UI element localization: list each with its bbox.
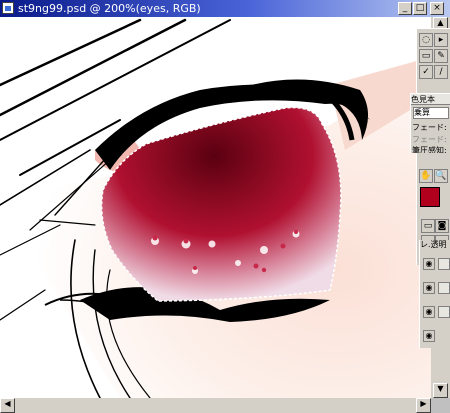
zoom-tool-icon[interactable]: 🔍 (434, 169, 448, 183)
document-window: st9ng99.psd @ 200%(eyes, RGB) _ □ × ▲ ▼ … (0, 0, 450, 413)
pressure-label: 筆圧感知: (412, 146, 447, 153)
layer-thumbnail[interactable] (438, 306, 450, 318)
eye-icon[interactable]: ◉ (423, 258, 435, 270)
horizontal-scrollbar[interactable]: ◀ ▶ (0, 398, 431, 413)
pencil-tool-icon[interactable]: ✎ (434, 49, 448, 63)
minimize-button[interactable]: _ (398, 2, 412, 15)
fade-label-2: フェード: (412, 135, 447, 144)
eye-icon[interactable]: ◉ (423, 306, 435, 318)
foreground-color-swatch[interactable] (420, 187, 440, 207)
scroll-left-icon[interactable]: ◀ (0, 398, 15, 413)
layer-thumbnail[interactable] (438, 282, 450, 294)
layers-panel: レ.透明 ◉ ◉ ◉ ◉ (419, 240, 450, 348)
move-tool-icon[interactable]: ▸ (434, 33, 448, 47)
scroll-down-icon[interactable]: ▼ (433, 383, 448, 398)
window-title: st9ng99.psd @ 200%(eyes, RGB) (18, 2, 201, 15)
eye-icon[interactable]: ◉ (423, 330, 435, 342)
quickmask-mode-icon[interactable]: ◙ (435, 219, 449, 233)
layers-header: レ.透明 (420, 240, 447, 249)
close-button[interactable]: × (430, 2, 444, 15)
layer-thumbnail[interactable] (438, 258, 450, 270)
title-bar[interactable]: st9ng99.psd @ 200%(eyes, RGB) _ □ × (0, 0, 450, 17)
eye-artwork (0, 17, 431, 398)
maximize-button[interactable]: □ (413, 2, 427, 15)
standard-mode-icon[interactable]: ▭ (421, 219, 435, 233)
panel-tab[interactable]: 色見本 (411, 94, 450, 105)
hand-tool-icon[interactable]: ✋ (419, 169, 433, 183)
lasso-tool-icon[interactable]: ◌ (419, 33, 433, 47)
brush-tool-icon[interactable]: / (434, 65, 448, 79)
scroll-right-icon[interactable]: ▶ (416, 398, 431, 413)
blend-mode-select[interactable]: 乗算 (413, 107, 449, 119)
document-icon (2, 2, 14, 14)
image-canvas[interactable] (0, 17, 431, 398)
marquee-tool-icon[interactable]: ▭ (419, 49, 433, 63)
check-icon[interactable]: ✓ (419, 65, 433, 79)
brush-options-panel: 色見本 乗算 フェード: フェード: 筆圧感知: (410, 93, 450, 153)
fade-label: フェード: (412, 123, 447, 132)
eye-icon[interactable]: ◉ (423, 282, 435, 294)
